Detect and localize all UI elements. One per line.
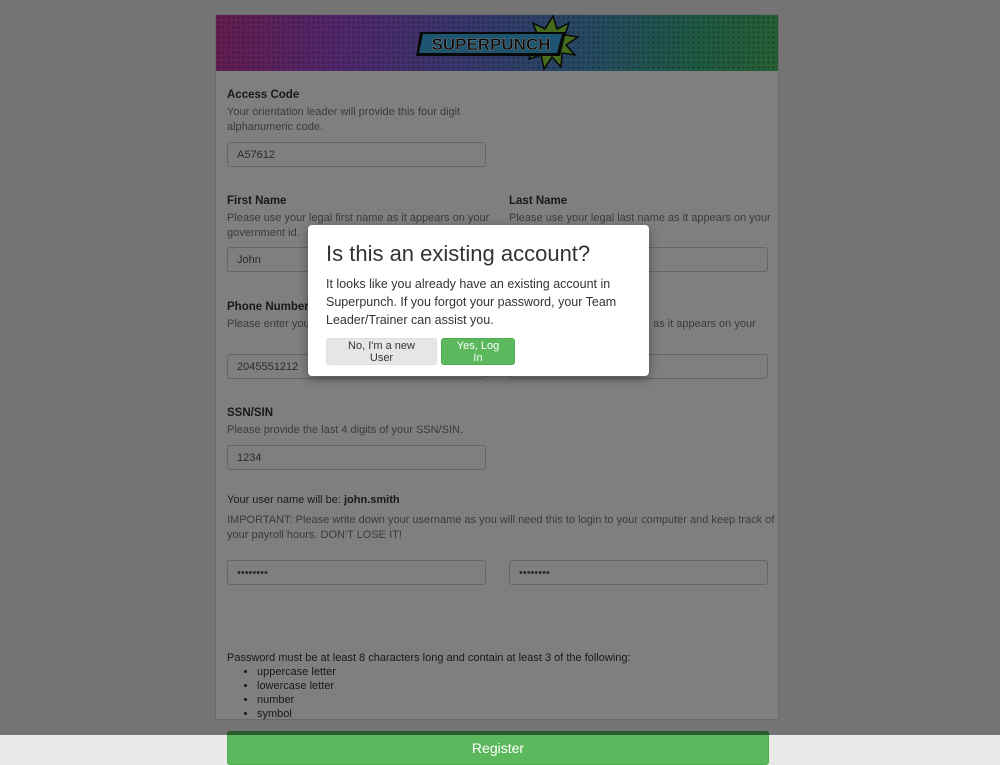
existing-account-modal: Is this an existing account? It looks li…	[308, 225, 649, 376]
new-user-button[interactable]: No, I'm a new User	[326, 338, 437, 365]
modal-title: Is this an existing account?	[326, 241, 591, 266]
register-button[interactable]: Register	[227, 731, 769, 765]
modal-body: It looks like you already have an existi…	[326, 277, 617, 327]
log-in-button[interactable]: Yes, Log In	[441, 338, 515, 365]
